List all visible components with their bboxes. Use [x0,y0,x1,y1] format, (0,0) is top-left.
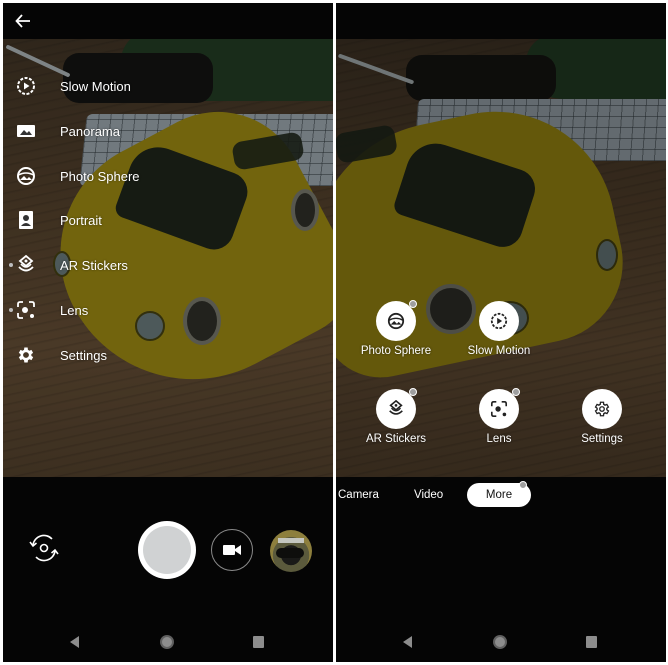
back-button[interactable] [11,9,35,33]
tab-camera[interactable]: Camera [338,483,379,507]
nav-home-icon[interactable] [493,635,507,649]
new-indicator-dot [9,308,13,312]
photo-sphere-icon [387,312,405,330]
camera-screen-more-grid: Photo Sphere Slow Motion AR Stickers Len… [336,3,666,662]
mode-label: Slow Motion [60,78,131,94]
lens-icon [15,299,37,321]
system-nav-bar [336,622,666,662]
grid-item-photo-sphere[interactable]: Photo Sphere [346,300,446,381]
new-indicator-dot [9,263,13,267]
mode-label: Portrait [60,212,102,228]
slow-motion-icon [15,75,37,97]
portrait-icon [15,209,37,231]
grid-item-ar-stickers[interactable]: AR Stickers [346,388,446,469]
mode-label: Photo Sphere [60,168,140,184]
grid-icon-circle [479,301,519,341]
nav-recents-icon[interactable] [586,636,597,648]
gear-icon [15,344,37,366]
mode-item-panorama[interactable]: Panorama [3,113,193,149]
video-camera-icon [223,545,241,555]
photo-sphere-icon [15,165,37,187]
new-indicator-dot [519,481,527,489]
new-indicator-dot [409,300,417,308]
slow-motion-icon [490,312,508,330]
grid-label: Settings [581,433,623,445]
panorama-icon [15,120,37,142]
mode-item-settings[interactable]: Settings [3,337,193,373]
arrow-left-icon [15,14,30,28]
more-modes-grid: Photo Sphere Slow Motion AR Stickers Len… [336,39,666,477]
mode-item-slow-motion[interactable]: Slow Motion [3,68,193,104]
grid-label: Photo Sphere [360,345,432,357]
grid-label: AR Stickers [365,433,427,445]
grid-item-lens[interactable]: Lens [449,388,549,469]
last-photo-thumbnail[interactable] [270,530,312,572]
mode-item-portrait[interactable]: Portrait [3,202,193,238]
nav-home-icon[interactable] [160,635,174,649]
shutter-button[interactable] [138,521,196,579]
ar-stickers-icon [15,254,37,276]
nav-back-icon[interactable] [403,636,412,648]
grid-item-slow-motion[interactable]: Slow Motion [449,301,549,381]
ar-stickers-icon [389,400,403,415]
gear-icon [594,401,610,417]
thumbnail-detail [278,538,304,543]
mode-label: Panorama [60,123,120,139]
mode-tabs: Camera Video More [336,477,666,517]
mode-item-lens[interactable]: Lens [3,292,193,328]
grid-label: Slow Motion [467,345,531,357]
shutter-inner [143,526,191,574]
mode-label: AR Stickers [60,257,128,273]
nav-back-icon[interactable] [70,636,79,648]
lens-icon [490,400,508,418]
grid-icon-circle [582,389,622,429]
video-mode-button[interactable] [211,529,253,571]
mode-label: Lens [60,302,89,318]
system-nav-bar [3,622,333,662]
mode-label: Settings [60,347,107,363]
grid-item-settings[interactable]: Settings [552,389,652,469]
new-indicator-dot [512,388,520,396]
new-indicator-dot [409,388,417,396]
nav-recents-icon[interactable] [253,636,264,648]
mode-item-photo-sphere[interactable]: Photo Sphere [3,158,193,194]
thumbnail-detail [276,548,304,558]
camera-screen-mode-list: Slow Motion Panorama Photo Sphere Portra… [3,3,333,662]
grid-label: Lens [486,433,512,445]
switch-camera-icon [29,534,59,562]
tab-video[interactable]: Video [414,483,443,507]
mode-item-ar-stickers[interactable]: AR Stickers [3,247,193,283]
switch-camera-button[interactable] [27,531,61,565]
